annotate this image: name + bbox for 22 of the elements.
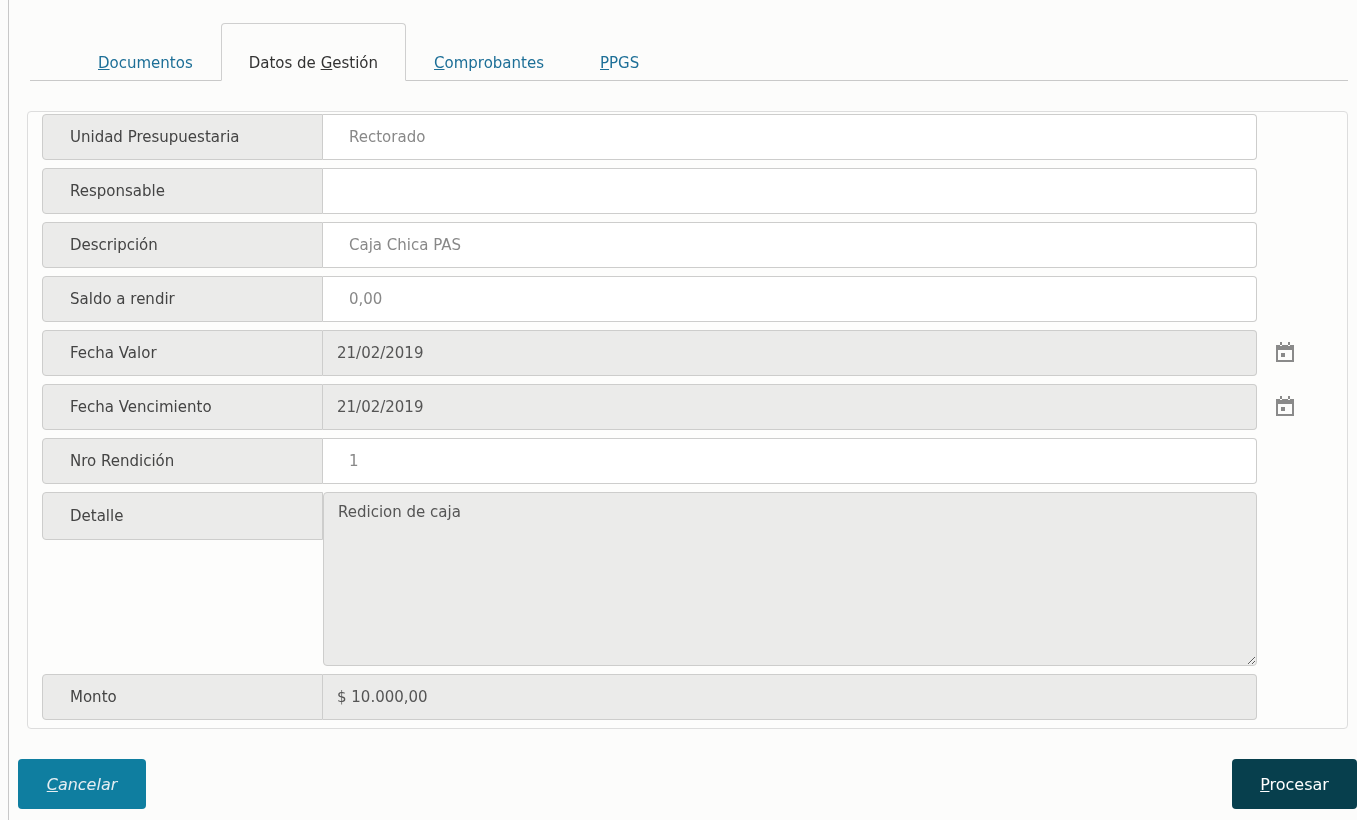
field-label: Monto — [42, 674, 323, 720]
process-button[interactable]: Procesar — [1232, 759, 1357, 809]
field-label: Responsable — [42, 168, 323, 214]
field-label: Saldo a rendir — [42, 276, 323, 322]
field-label: Fecha Valor — [42, 330, 323, 376]
tab[interactable]: Documentos — [70, 23, 221, 81]
field-label: Unidad Presupuestaria — [42, 114, 323, 160]
field-label: Fecha Vencimiento — [42, 384, 323, 430]
cancel-button[interactable]: Cancelar — [18, 759, 146, 809]
calendar-icon[interactable] — [1275, 341, 1295, 363]
tab[interactable]: Comprobantes — [406, 23, 572, 81]
field-label: Nro Rendición — [42, 438, 323, 484]
field-label: Descripción — [42, 222, 323, 268]
input-field[interactable] — [323, 168, 1257, 214]
input-field[interactable]: 0,00 — [323, 276, 1257, 322]
calendar-icon[interactable] — [1275, 395, 1295, 417]
input-field[interactable]: Caja Chica PAS — [323, 222, 1257, 268]
field-label: Detalle — [42, 492, 323, 540]
input-field[interactable]: Rectorado — [323, 114, 1257, 160]
tab[interactable]: PPGS — [572, 23, 668, 81]
tab[interactable]: Datos de Gestión — [220, 23, 407, 81]
input-field[interactable]: 1 — [323, 438, 1257, 484]
